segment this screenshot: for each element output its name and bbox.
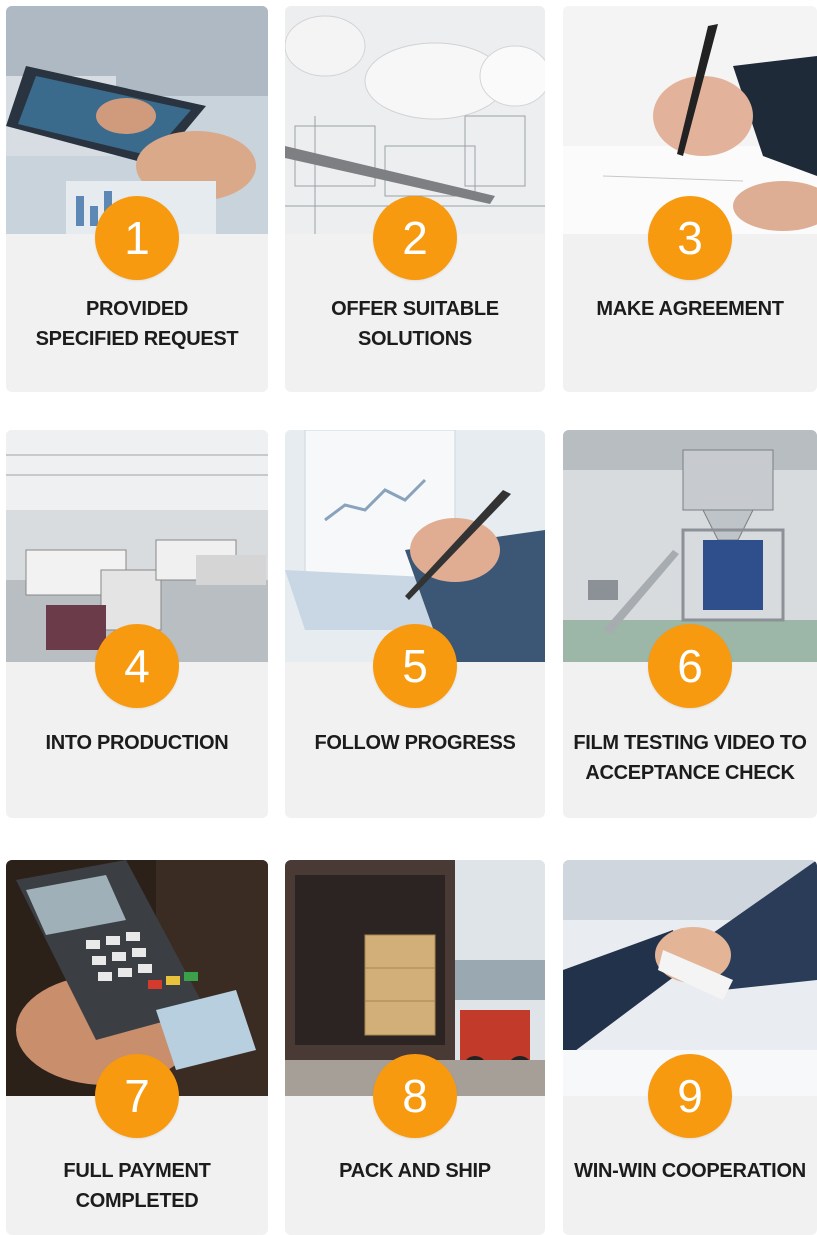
step-card-5: 5 FOLLOW PROGRESS [285,430,545,818]
step-number-badge: 9 [648,1054,732,1138]
step-card-8: 8 PACK AND SHIP [285,860,545,1235]
step-title: MAKE AGREEMENT [596,298,784,320]
step-card-4: 4 INTO PRODUCTION [6,430,268,818]
step-title: PACK AND SHIP [339,1160,491,1182]
step-title: INTO PRODUCTION [45,732,229,754]
step-card-9: 9 WIN-WIN COOPERATION [563,860,817,1235]
step-card-1: 1 PROVIDED SPECIFIED REQUEST [6,6,268,392]
step-number-badge: 2 [373,196,457,280]
step-number-badge: 7 [95,1054,179,1138]
step-number-badge: 5 [373,624,457,708]
step-number-badge: 4 [95,624,179,708]
step-title: PROVIDED SPECIFIED REQUEST [35,298,239,350]
step-number-badge: 1 [95,196,179,280]
step-title: FOLLOW PROGRESS [314,732,516,754]
step-title: FILM TESTING VIDEO TO ACCEPTANCE CHECK [573,732,807,784]
step-card-7: 7 FULL PAYMENT COMPLETED [6,860,268,1235]
step-number-badge: 8 [373,1054,457,1138]
step-card-2: 2 OFFER SUITABLE SOLUTIONS [285,6,545,392]
step-card-3: 3 MAKE AGREEMENT [563,6,817,392]
step-title: FULL PAYMENT COMPLETED [63,1160,211,1212]
step-number-badge: 6 [648,624,732,708]
step-title: OFFER SUITABLE SOLUTIONS [331,298,499,350]
step-number-badge: 3 [648,196,732,280]
step-card-6: 6 FILM TESTING VIDEO TO ACCEPTANCE CHECK [563,430,817,818]
step-title: WIN-WIN COOPERATION [574,1160,806,1182]
